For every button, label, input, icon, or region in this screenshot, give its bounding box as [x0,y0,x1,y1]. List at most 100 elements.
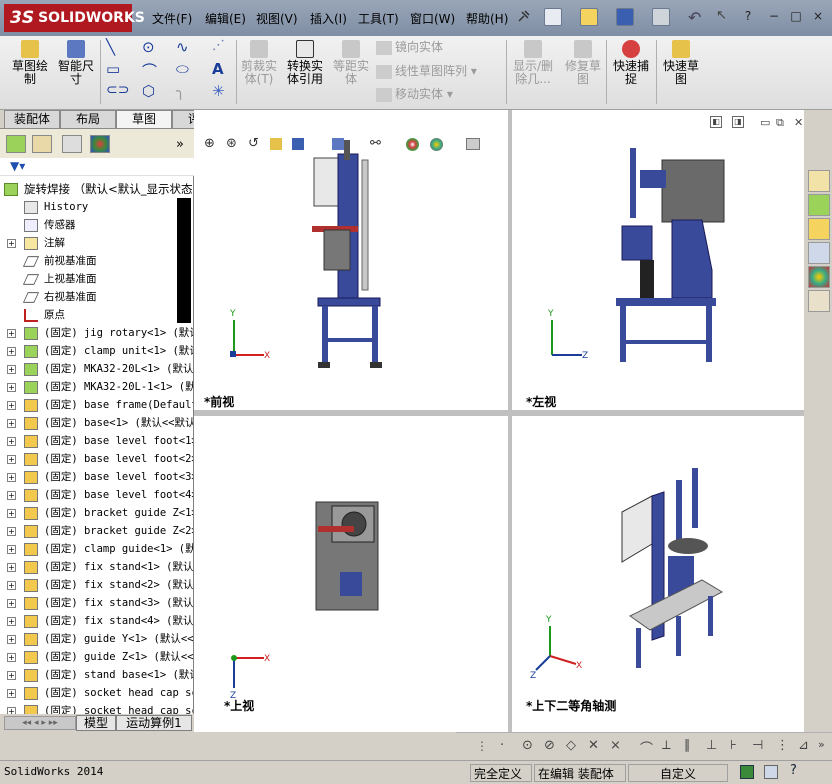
vertical-snap-icon[interactable]: ⊦ [730,738,737,753]
horizontal-snap-icon[interactable]: ⊥ [706,738,717,753]
rebuild-icon[interactable] [740,765,754,779]
isometric-view-pane[interactable]: Y X Z *上下二等角轴测 [512,416,804,716]
quadrant-snap-icon[interactable]: ◇ [566,738,576,753]
tile-right-icon[interactable]: ◨ [732,116,744,128]
save-icon[interactable] [616,8,634,26]
home-icon[interactable] [808,170,830,192]
menu-help[interactable]: 帮助(H) [466,10,508,27]
tree-root[interactable]: 旋转焊接 （默认<默认_显示状态 [0,180,193,198]
angle-snap-icon[interactable]: ⊿ [798,738,809,753]
left-view-pane[interactable]: Y Z *左视 [512,130,804,410]
solidworks-logo[interactable]: 3S SOLIDWORKS [4,4,145,32]
expand-toggle-icon[interactable]: + [7,437,16,446]
help-button[interactable]: ? [740,9,756,25]
toolbar-overflow-icon[interactable]: » [818,738,825,751]
help-icon[interactable]: ? [790,763,797,778]
center-snap-icon[interactable]: ⊙ [522,738,533,753]
tab-motion-study[interactable]: 运动算例1 [116,715,192,731]
tile-left-icon[interactable]: ◧ [710,116,722,128]
display-delete-relations-button[interactable]: 显示/删 除几... [510,40,556,86]
tab-assembly[interactable]: 装配体 [4,110,60,128]
tree-item[interactable]: + (固定) bracket guide Z<2> [0,522,193,540]
tree-item[interactable]: + (固定) base<1> (默认<<默认 [0,414,193,432]
top-view-pane[interactable]: Z X *上视 [194,416,508,716]
pin-icon[interactable] [516,8,534,26]
tree-item[interactable]: + (固定) MKA32-20L<1> (默认 [0,360,193,378]
expand-toggle-icon[interactable]: + [7,563,16,572]
menu-edit[interactable]: 编辑(E) [205,10,246,27]
expand-toggle-icon[interactable]: + [7,689,16,698]
tab-model[interactable]: 模型 [76,715,116,731]
new-document-icon[interactable] [544,8,562,26]
tree-item[interactable]: + (固定) guide Z<1> (默认<< [0,648,193,666]
spline-icon[interactable]: ∿ [176,38,196,56]
tree-item[interactable]: 右视基准面 [0,288,193,306]
expand-toggle-icon[interactable]: + [7,599,16,608]
tab-navigation-arrows[interactable]: ◂◂ ◂ ▸ ▸▸ [4,716,76,730]
expand-toggle-icon[interactable]: + [7,473,16,482]
filter-icon[interactable]: ▼▾ [10,159,25,173]
sketch-button[interactable]: 草图绘 制 [8,40,52,86]
nearest-snap-icon[interactable]: ⨯ [610,738,621,753]
view-palette-icon[interactable] [808,242,830,264]
tree-item[interactable]: + (固定) stand base<1> (默认 [0,666,193,684]
expand-toggle-icon[interactable]: + [7,365,16,374]
tangent-snap-icon[interactable]: ⌒ [640,738,653,757]
tree-item[interactable]: + (固定) socket head cap sc [0,702,193,714]
tree-item[interactable]: + (固定) base level foot<4> [0,486,193,504]
display-manager-icon[interactable] [90,135,110,153]
move-entities-button[interactable]: 移动实体 ▾ [376,85,453,102]
rectangle-icon[interactable]: ▭ [106,60,126,78]
tree-item[interactable]: 传感器 [0,216,193,234]
viewport-close-icon[interactable]: ✕ [794,116,803,129]
expand-toggle-icon[interactable]: + [7,455,16,464]
tree-item[interactable]: + (固定) fix stand<2> (默认 [0,576,193,594]
tree-item[interactable]: History [0,198,193,216]
appearances-icon[interactable] [808,266,830,288]
units-icon[interactable] [764,765,778,779]
configuration-manager-icon[interactable] [62,135,82,153]
menu-view[interactable]: 视图(V) [256,10,298,27]
tree-item[interactable]: 原点 [0,306,193,324]
polygon-icon[interactable]: ⬡ [142,82,162,100]
point-snap-icon[interactable]: · [500,738,504,753]
tab-sketch[interactable]: 草图 [116,110,172,129]
status-units[interactable]: 自定义 [628,764,728,782]
intersection-snap-icon[interactable]: ✕ [588,738,599,753]
expand-toggle-icon[interactable]: + [7,671,16,680]
text-icon[interactable]: A [212,60,232,78]
undo-icon[interactable]: ↶ [688,8,706,27]
rapid-sketch-button[interactable]: 快速草 图 [660,40,702,86]
viewport-minimize-icon[interactable]: ▭ [760,116,770,129]
tree-item[interactable]: + (固定) base level foot<1> [0,432,193,450]
expand-chevron-icon[interactable]: » [176,137,184,152]
quick-snaps-button[interactable]: 快速捕 捉 [610,40,652,86]
tab-layout[interactable]: 布局 [60,110,116,128]
tree-item[interactable]: + (固定) fix stand<4> (默认 [0,612,193,630]
tree-item[interactable]: 上视基准面 [0,270,193,288]
tree-item[interactable]: 前视基准面 [0,252,193,270]
expand-toggle-icon[interactable]: + [7,491,16,500]
perpendicular-snap-icon[interactable]: ⟂ [662,738,671,753]
expand-toggle-icon[interactable]: + [7,239,16,248]
tree-item[interactable]: + (固定) jig rotary<1> (默认 [0,324,193,342]
tree-item[interactable]: + (固定) MKA32-20L-1<1> (默 [0,378,193,396]
tree-item[interactable]: + (固定) clamp guide<1> (默 [0,540,193,558]
tree-item[interactable]: + (固定) clamp unit<1> (默认 [0,342,193,360]
tree-item[interactable]: + (固定) fix stand<3> (默认 [0,594,193,612]
menu-tools[interactable]: 工具(T) [358,10,399,27]
file-explorer-icon[interactable] [808,218,830,240]
length-snap-icon[interactable]: ⊣ [752,738,763,753]
slot-icon[interactable]: ⊂⊃ [106,82,129,100]
minimize-button[interactable]: − [766,9,782,25]
property-manager-icon[interactable] [32,135,52,153]
point-icon[interactable]: ✳ [212,82,232,100]
arc-icon[interactable]: ⌒ [142,60,162,80]
ellipse-icon[interactable]: ⬭ [176,60,196,78]
fillet-icon[interactable]: ╮ [176,82,196,100]
offset-entities-button[interactable]: 等距实 体 [330,40,372,86]
feature-manager-icon[interactable] [6,135,26,153]
expand-toggle-icon[interactable]: + [7,401,16,410]
mirror-entities-button[interactable]: 镜向实体 [376,38,443,55]
expand-toggle-icon[interactable]: + [7,635,16,644]
